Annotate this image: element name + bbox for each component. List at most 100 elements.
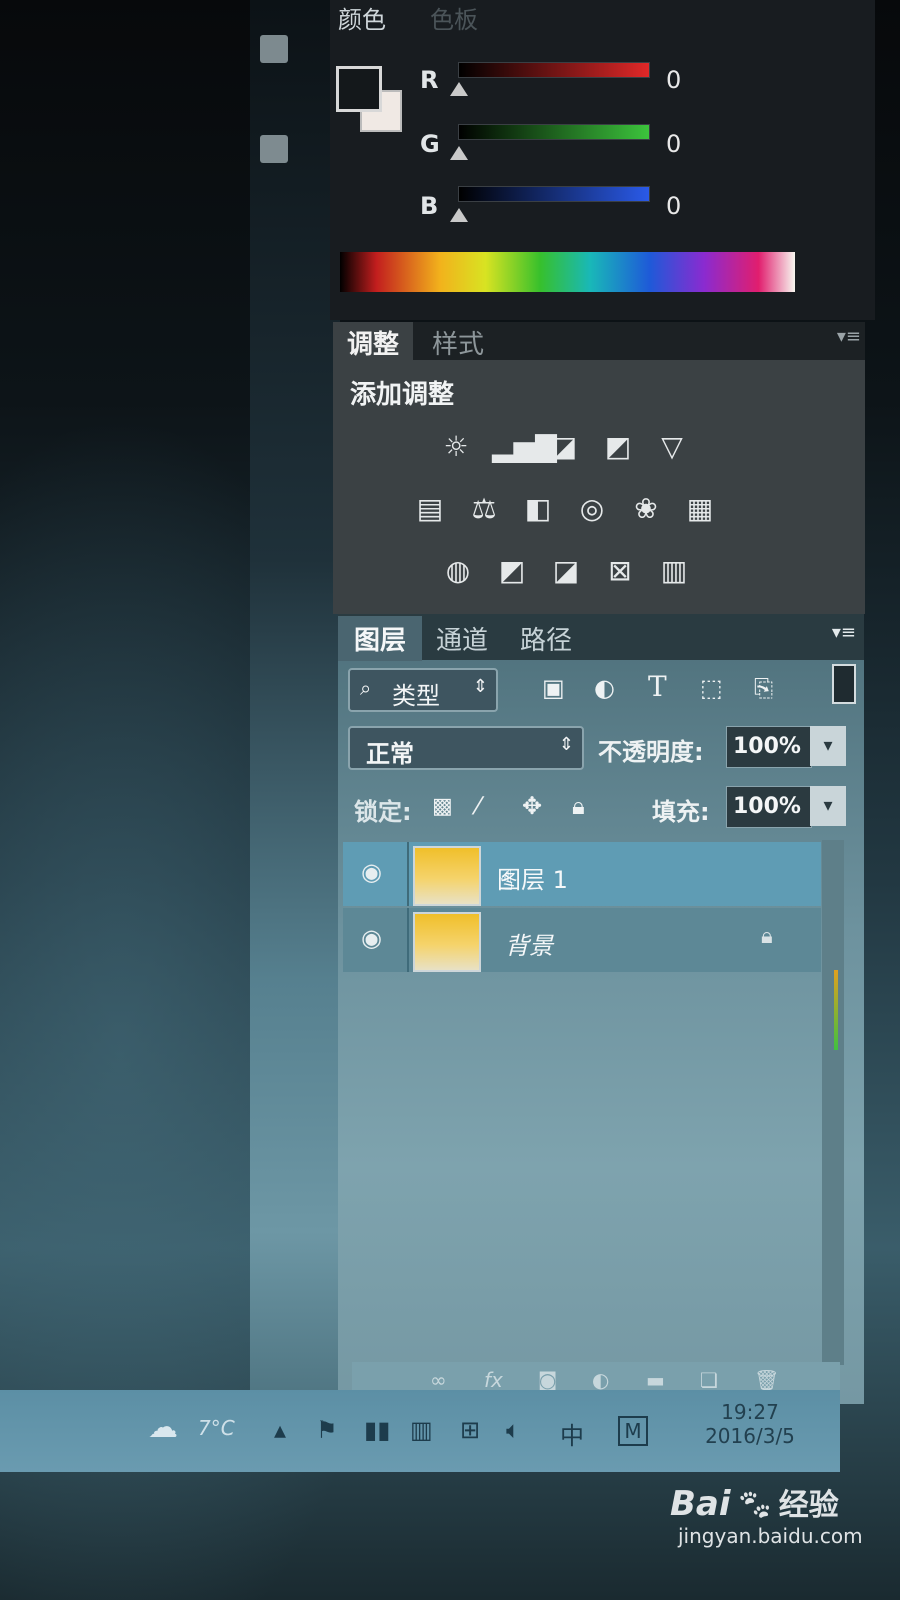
tab-styles[interactable]: 样式 <box>418 322 498 363</box>
3d-icon[interactable] <box>260 135 288 163</box>
opacity-dropdown-button[interactable]: ▾ <box>810 726 846 766</box>
adjustment-icon[interactable]: ◐ <box>592 1368 609 1392</box>
type-filter-icon[interactable]: T <box>648 670 667 703</box>
adjustment-filter-icon[interactable]: ◐ <box>594 674 615 702</box>
new-layer-icon[interactable]: ❏ <box>700 1368 718 1392</box>
folder-icon[interactable]: ▬ <box>646 1368 665 1392</box>
lock-transparent-icon[interactable]: ▩ <box>432 794 453 819</box>
clock-date: 2016/3/5 <box>705 1424 795 1448</box>
taskbar-clock[interactable]: 19:27 2016/3/5 <box>690 1400 810 1448</box>
color-lookup-icon[interactable]: ▦ <box>682 492 718 526</box>
layers-scrollbar[interactable] <box>822 840 844 1365</box>
selective-color-icon[interactable]: ⊠ <box>602 554 638 588</box>
watermark-url: jingyan.baidu.com <box>678 1524 863 1548</box>
layer-thumbnail <box>413 846 481 906</box>
red-slider-thumb[interactable] <box>450 82 468 96</box>
blue-value[interactable]: 0 <box>666 192 681 220</box>
device-icon[interactable]: ⊞ <box>460 1416 480 1444</box>
green-value[interactable]: 0 <box>666 130 681 158</box>
tab-swatches[interactable]: 色板 <box>430 0 478 35</box>
foreground-color-swatch[interactable] <box>336 66 382 112</box>
layer-filter-dropdown[interactable]: ⌕ 类型 ⇕ <box>348 668 498 712</box>
app-tray-icon[interactable]: ▮▮ <box>364 1416 390 1444</box>
tab-adjustments[interactable]: 调整 <box>333 322 414 363</box>
trash-icon[interactable]: 🗑︎ <box>754 1368 779 1392</box>
add-adjustment-heading: 添加调整 <box>350 380 455 410</box>
channel-mixer-icon[interactable]: ❀ <box>628 492 664 526</box>
link-icon[interactable]: ∞ <box>430 1368 447 1392</box>
show-hidden-icons-icon[interactable]: ▴ <box>274 1416 286 1444</box>
weather-cloud-icon[interactable]: ☁ <box>148 1410 178 1445</box>
color-balance-icon[interactable]: ⚖ <box>466 492 502 526</box>
shape-filter-icon[interactable]: ⬚ <box>700 674 723 702</box>
watermark-brand-suffix: 经验 <box>778 1488 839 1523</box>
updown-arrow-icon: ⇕ <box>472 676 488 697</box>
filter-toggle[interactable] <box>832 664 856 704</box>
visibility-eye-icon[interactable]: ◉ <box>361 858 382 886</box>
tab-channels[interactable]: 通道 <box>420 616 504 661</box>
color-spectrum-bar[interactable] <box>340 252 795 292</box>
ime-language-indicator[interactable]: 中 <box>560 1416 584 1451</box>
blue-slider-thumb[interactable] <box>450 208 468 222</box>
blue-channel-label: B <box>420 192 439 220</box>
panel-menu-icon[interactable]: ▾≡ <box>837 326 861 347</box>
black-white-icon[interactable]: ◧ <box>520 492 556 526</box>
lock-position-move-icon[interactable]: ✥ <box>522 792 542 820</box>
fill-dropdown-button[interactable]: ▾ <box>810 786 846 826</box>
paw-logo-icon: 🐾︎ <box>735 1488 774 1523</box>
layer-row[interactable]: ◉ 背景 🔒︎ <box>343 908 821 972</box>
image-filter-icon[interactable]: ▣ <box>542 674 565 702</box>
hue-saturation-icon[interactable]: ▤ <box>412 492 448 526</box>
layer-name[interactable]: 背景 <box>505 926 553 961</box>
levels-icon[interactable]: ▂▅▇ <box>492 430 557 464</box>
tab-paths[interactable]: 路径 <box>504 616 588 661</box>
vibrance-icon[interactable]: ▽ <box>654 430 690 464</box>
opacity-input[interactable]: 100% <box>726 726 812 768</box>
clock-time: 19:27 <box>721 1400 779 1424</box>
search-icon: ⌕ <box>360 676 372 700</box>
lock-label: 锁定: <box>354 798 412 826</box>
baidu-jingyan-watermark: Bai 🐾︎ 经验 jingyan.baidu.com <box>670 1480 863 1548</box>
green-slider[interactable] <box>458 124 650 140</box>
gradient-map-icon[interactable]: ▥ <box>656 554 692 588</box>
blend-mode-dropdown[interactable]: 正常 ⇕ <box>348 726 584 770</box>
ime-mode-icon[interactable]: M <box>618 1416 648 1446</box>
tab-layers[interactable]: 图层 <box>338 616 423 661</box>
red-slider[interactable] <box>458 62 650 78</box>
tool-strip <box>250 0 340 1400</box>
watermark-brand: Bai <box>670 1484 731 1524</box>
threshold-icon[interactable]: ◪ <box>548 554 584 588</box>
lock-all-icon[interactable]: 🔒︎ <box>572 792 585 820</box>
layers-tabs: 图层 通道 路径 ▾≡ <box>338 614 864 661</box>
opacity-label: 不透明度: <box>598 738 704 766</box>
brightness-icon[interactable]: ☼ <box>438 430 474 464</box>
mask-icon[interactable]: ◙ <box>538 1368 557 1392</box>
visibility-eye-icon[interactable]: ◉ <box>361 924 382 952</box>
green-slider-thumb[interactable] <box>450 146 468 160</box>
layers-menu-icon[interactable]: ▾≡ <box>832 622 856 643</box>
red-channel-label: R <box>420 66 439 94</box>
red-value[interactable]: 0 <box>666 66 681 94</box>
fill-input[interactable]: 100% <box>726 786 812 828</box>
exposure-icon[interactable]: ◩ <box>600 430 636 464</box>
flag-icon[interactable]: ⚑ <box>316 1416 338 1444</box>
curves-icon[interactable]: ◪ <box>546 430 582 464</box>
green-channel-label: G <box>420 130 440 158</box>
network-icon[interactable]: ▥ <box>410 1416 433 1444</box>
windows-taskbar: ☁ 7°C ▴ ⚑ ▮▮ ▥ ⊞ 🔈︎ 中 M 19:27 2016/3/5 <box>0 1390 840 1472</box>
posterize-icon[interactable]: ◩ <box>494 554 530 588</box>
volume-icon[interactable]: 🔈︎ <box>506 1416 520 1444</box>
tab-color[interactable]: 颜色 <box>338 0 386 35</box>
fx-icon[interactable]: fx <box>484 1368 503 1392</box>
blue-slider[interactable] <box>458 186 650 202</box>
layer-row-selected[interactable]: ◉ 图层 1 ☝ <box>343 842 821 906</box>
weather-temperature[interactable]: 7°C <box>198 1416 235 1440</box>
invert-icon[interactable]: ◍ <box>440 554 476 588</box>
fill-label: 填充: <box>652 798 710 826</box>
smart-object-filter-icon[interactable]: ⎘ <box>754 674 773 702</box>
blend-mode-value: 正常 <box>366 740 414 768</box>
lock-image-brush-icon[interactable]: ⁄ <box>476 792 480 820</box>
photo-filter-icon[interactable]: ◎ <box>574 492 610 526</box>
history-icon[interactable] <box>260 35 288 63</box>
adjustments-tabs: 调整 样式 ▾≡ <box>333 322 865 363</box>
